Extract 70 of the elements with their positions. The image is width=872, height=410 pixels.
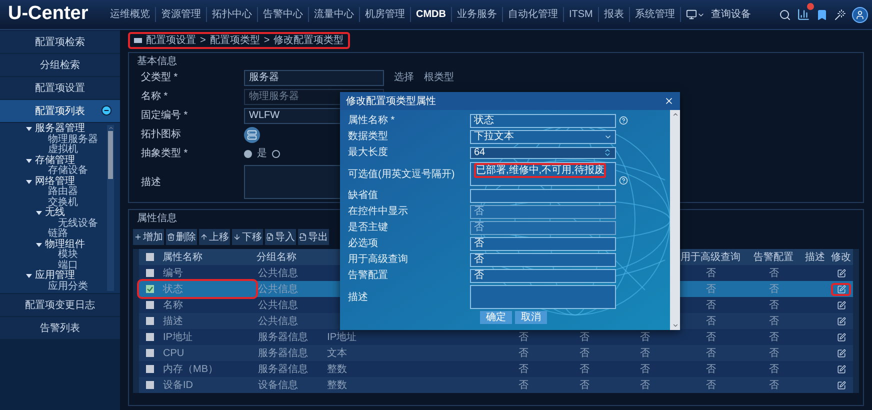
table-cell-text: 否 [706, 346, 716, 360]
table-cell-text: CPU [163, 346, 184, 360]
table-cell-text: 否 [706, 282, 716, 296]
table-cell-text: 否 [518, 346, 528, 360]
table-cell-text: 否 [769, 346, 780, 360]
field-label: 父类型 * [140, 70, 179, 85]
table-cell-text: 设备ID [163, 378, 193, 392]
table-cell-text: 否 [769, 378, 780, 392]
table-cell-text: 状态 [163, 282, 183, 296]
app-logo: U-Center [7, 2, 90, 26]
table-cell-text: 否 [580, 362, 590, 376]
field-label: 固定编号 * [140, 108, 189, 123]
table-cell-text: 否 [518, 378, 528, 392]
table-cell-text: 公共信息 [258, 282, 298, 296]
field-label: 最大长度 [347, 146, 389, 160]
table-cell-text: 否 [769, 362, 780, 376]
table-cell-text: 否 [706, 314, 716, 328]
table-cell-text: 设备信息 [258, 378, 298, 392]
table-cell-text: 否 [769, 298, 780, 312]
field-label: 可选值(用英文逗号隔开) [347, 168, 456, 182]
table-cell-text: 描述 [163, 314, 183, 328]
section-title: 基本信息 [137, 54, 177, 68]
table-cell-text: 否 [706, 266, 716, 280]
table-cell-text: 公共信息 [258, 266, 298, 280]
field-label: 必选项 [347, 236, 379, 251]
table-cell-text: 服务器信息 [258, 330, 308, 344]
breadcrumb-separator: > [264, 34, 270, 48]
table-cell-text: 否 [769, 314, 780, 328]
table-cell-text: 否 [706, 378, 716, 392]
table-cell-text: 否 [640, 378, 650, 392]
table-cell-text: IP地址 [163, 330, 192, 344]
section-title: 属性信息 [137, 212, 177, 225]
table-cell-text: 文本 [327, 346, 348, 360]
breadcrumb-separator: > [200, 34, 206, 48]
field-label: 缺省值 [347, 188, 379, 203]
table-cell-text: 服务器信息 [258, 346, 308, 360]
field-label: 数据类型 [347, 130, 389, 144]
table-cell-text: 否 [640, 362, 650, 376]
table-cell-text: 内存（MB） [163, 362, 218, 376]
table-cell-text: 整数 [327, 362, 348, 376]
field-label: 拓扑图标 [140, 128, 182, 142]
table-cell-text: 否 [580, 346, 590, 360]
table-cell-text: 否 [640, 346, 650, 360]
table-cell-text: 公共信息 [258, 314, 298, 328]
table-cell-text: 否 [580, 378, 590, 392]
table-cell-text: 否 [769, 266, 780, 280]
table-cell-text: 否 [706, 330, 716, 344]
table-cell-text: 编号 [163, 266, 183, 280]
field-label: 名称 * [140, 90, 169, 104]
field-label: 是否主键 [347, 220, 389, 235]
table-cell-text: 否 [518, 330, 528, 344]
table-cell-text: 名称 [163, 298, 183, 312]
field-label: 在控件中显示 [347, 204, 409, 219]
table-cell-text: 服务器信息 [258, 362, 308, 376]
table-cell-text: 否 [518, 362, 528, 376]
field-label: 抽象类型 * [140, 146, 189, 161]
table-cell-text: 否 [580, 330, 590, 344]
table-cell-text: 否 [769, 282, 780, 296]
field-label: 告警配置 [347, 268, 389, 283]
field-label: 描述 [140, 176, 162, 190]
table-cell-text: 否 [706, 362, 716, 376]
field-label: 用于高级查询 [347, 252, 409, 267]
table-cell-text: 整数 [327, 378, 348, 392]
table-cell-text: 否 [769, 330, 780, 344]
field-label: 描述 [347, 290, 369, 304]
table-cell-text: IP地址 [327, 330, 357, 344]
table-cell-text: 否 [706, 298, 716, 312]
table-cell-text: 否 [640, 330, 650, 344]
radio-label: 是 [257, 147, 267, 161]
table-cell-text: 公共信息 [258, 298, 298, 312]
